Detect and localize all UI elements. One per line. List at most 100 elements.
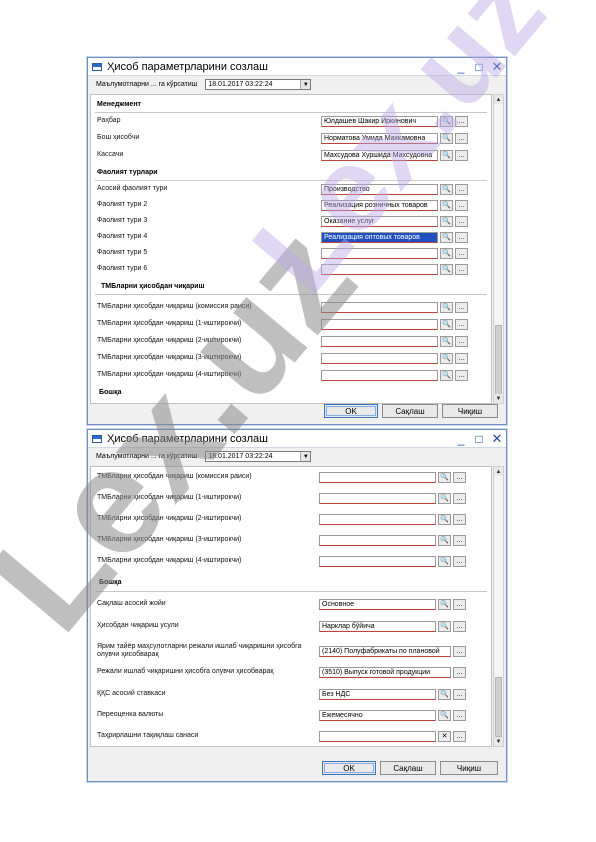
activity-main-field[interactable]: Производство [321, 184, 438, 195]
ellipsis-icon[interactable]: … [453, 472, 466, 483]
search-icon[interactable]: 🔍 [438, 621, 451, 632]
ellipsis-icon[interactable]: … [455, 370, 468, 381]
title-bar[interactable]: Ҳисоб параметрларини созлаш _ □ ✕ [88, 430, 506, 448]
activity-5-field[interactable] [321, 248, 438, 259]
ellipsis-icon[interactable]: … [455, 319, 468, 330]
vat-rate-field[interactable]: Без НДС [319, 689, 436, 700]
scroll-thumb[interactable] [495, 677, 502, 737]
search-icon[interactable]: 🔍 [440, 370, 453, 381]
activity-3-field[interactable]: Оказание услуг [321, 216, 438, 227]
search-icon[interactable]: 🔍 [440, 150, 453, 161]
ellipsis-icon[interactable]: … [455, 116, 468, 127]
activity-4-field[interactable]: Реализация оптовых товаров [321, 232, 438, 243]
exit-button[interactable]: Чиқиш [440, 761, 498, 775]
scroll-thumb[interactable] [495, 325, 502, 395]
ellipsis-icon[interactable]: … [455, 248, 468, 259]
activity-6-field[interactable] [321, 264, 438, 275]
ellipsis-icon[interactable]: … [455, 336, 468, 347]
search-icon[interactable]: 🔍 [440, 319, 453, 330]
ok-button[interactable]: OK [324, 404, 378, 418]
edit-lock-date-field[interactable] [319, 731, 436, 742]
tmb-4-field[interactable] [321, 370, 438, 381]
search-icon[interactable]: 🔍 [438, 472, 451, 483]
maximize-icon[interactable]: □ [470, 59, 488, 75]
search-icon[interactable]: 🔍 [440, 200, 453, 211]
search-icon[interactable]: 🔍 [440, 216, 453, 227]
ellipsis-icon[interactable]: … [455, 216, 468, 227]
search-icon[interactable]: 🔍 [440, 133, 453, 144]
search-icon[interactable]: 🔍 [440, 264, 453, 275]
currency-revaluation-field[interactable]: Ежемесячно [319, 710, 436, 721]
vertical-scrollbar[interactable]: ▲ ▼ [493, 94, 504, 404]
search-icon[interactable]: 🔍 [438, 535, 451, 546]
ellipsis-icon[interactable]: … [455, 150, 468, 161]
search-icon[interactable]: 🔍 [438, 514, 451, 525]
exit-button[interactable]: Чиқиш [442, 404, 498, 418]
tmb-chair-field[interactable] [321, 302, 438, 313]
ellipsis-icon[interactable]: … [453, 514, 466, 525]
scroll-down-icon[interactable]: ▼ [494, 394, 503, 403]
title-bar[interactable]: Ҳисоб параметрларини созлаш _ □ ✕ [88, 58, 506, 76]
search-icon[interactable]: 🔍 [438, 599, 451, 610]
minimize-icon[interactable]: _ [452, 59, 470, 75]
ellipsis-icon[interactable]: … [453, 710, 466, 721]
search-icon[interactable]: 🔍 [438, 710, 451, 721]
ellipsis-icon[interactable]: … [453, 556, 466, 567]
cashier-field[interactable]: Махсудова Хуршида Махсудовна [321, 150, 438, 161]
activity-2-field[interactable]: Реализация розничных товаров [321, 200, 438, 211]
ellipsis-icon[interactable]: … [453, 599, 466, 610]
scroll-down-icon[interactable]: ▼ [494, 737, 503, 746]
ellipsis-icon[interactable]: … [455, 264, 468, 275]
search-icon[interactable]: 🔍 [438, 493, 451, 504]
chief-accountant-field[interactable]: Норматова Умида Махкамовна [321, 133, 438, 144]
ellipsis-icon[interactable]: … [455, 133, 468, 144]
save-button[interactable]: Сақлаш [382, 404, 438, 418]
close-icon[interactable]: ✕ [488, 431, 506, 447]
tmb-2-field[interactable] [321, 336, 438, 347]
vertical-scrollbar[interactable]: ▲ ▼ [493, 466, 504, 747]
scroll-up-icon[interactable]: ▲ [494, 467, 503, 476]
search-icon[interactable]: 🔍 [440, 353, 453, 364]
semifinished-account-field[interactable]: (2140) Полуфабрикаты по плановой [319, 646, 451, 657]
search-icon[interactable]: 🔍 [440, 336, 453, 347]
clear-icon[interactable]: ✕ [438, 731, 451, 742]
close-icon[interactable]: ✕ [488, 59, 506, 75]
tmb-4-field[interactable] [319, 556, 436, 567]
tmb-1-field[interactable] [319, 493, 436, 504]
ellipsis-icon[interactable]: … [453, 689, 466, 700]
datetime-combo[interactable]: 18.01.2017 03:22:24 ▼ [205, 79, 312, 90]
search-icon[interactable]: 🔍 [440, 248, 453, 259]
tmb-3-field[interactable] [321, 353, 438, 364]
planned-production-account-field[interactable]: (3510) Выпуск готовой продукции [319, 667, 451, 678]
ellipsis-icon[interactable]: … [453, 621, 466, 632]
ellipsis-icon[interactable]: … [453, 667, 466, 678]
chevron-down-icon[interactable]: ▼ [300, 80, 311, 89]
ok-button[interactable]: OK [322, 761, 376, 775]
ellipsis-icon[interactable]: … [453, 535, 466, 546]
ellipsis-icon[interactable]: … [453, 493, 466, 504]
minimize-icon[interactable]: _ [452, 431, 470, 447]
search-icon[interactable]: 🔍 [438, 689, 451, 700]
search-icon[interactable]: 🔍 [440, 116, 453, 127]
tmb-2-field[interactable] [319, 514, 436, 525]
search-icon[interactable]: 🔍 [438, 556, 451, 567]
save-button[interactable]: Сақлаш [380, 761, 436, 775]
scroll-up-icon[interactable]: ▲ [494, 95, 503, 104]
ellipsis-icon[interactable]: … [453, 646, 466, 657]
ellipsis-icon[interactable]: … [453, 731, 466, 742]
tmb-1-field[interactable] [321, 319, 438, 330]
ellipsis-icon[interactable]: … [455, 232, 468, 243]
datetime-combo[interactable]: 18.01.2017 03:22:24 ▼ [205, 451, 312, 462]
main-storage-field[interactable]: Основное [319, 599, 436, 610]
tmb-chair-field[interactable] [319, 472, 436, 483]
search-icon[interactable]: 🔍 [440, 302, 453, 313]
ellipsis-icon[interactable]: … [455, 184, 468, 195]
writeoff-method-field[interactable]: Нарклар бўйича [319, 621, 436, 632]
ellipsis-icon[interactable]: … [455, 200, 468, 211]
chevron-down-icon[interactable]: ▼ [300, 452, 311, 461]
search-icon[interactable]: 🔍 [440, 232, 453, 243]
tmb-3-field[interactable] [319, 535, 436, 546]
ellipsis-icon[interactable]: … [455, 353, 468, 364]
maximize-icon[interactable]: □ [470, 431, 488, 447]
ellipsis-icon[interactable]: … [455, 302, 468, 313]
